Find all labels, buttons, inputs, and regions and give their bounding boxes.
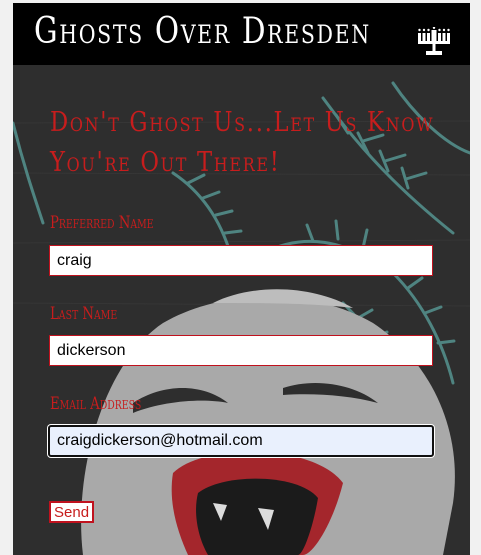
menorah-icon[interactable]: [417, 27, 451, 57]
site-header: Ghosts Over Dresden: [13, 3, 470, 65]
site-title[interactable]: Ghosts Over Dresden: [34, 11, 371, 52]
form-heading-line2: You're Out There!: [50, 147, 281, 178]
email-address-label: Email Address: [50, 394, 142, 414]
send-button[interactable]: Send: [49, 501, 95, 523]
preferred-name-input[interactable]: [49, 245, 433, 276]
page-frame: Ghosts Over Dresden Don't Ghost Us...Let…: [13, 3, 470, 555]
last-name-label: Last Name: [50, 304, 118, 324]
last-name-input[interactable]: [49, 335, 433, 366]
email-address-input[interactable]: [48, 425, 434, 457]
preferred-name-label: Preferred Name: [50, 213, 154, 233]
form-heading: Don't Ghost Us...Let Us Know You're Out …: [50, 103, 435, 183]
ghost-illustration: [13, 3, 470, 555]
form-heading-line1: Don't Ghost Us...Let Us Know: [50, 107, 435, 138]
